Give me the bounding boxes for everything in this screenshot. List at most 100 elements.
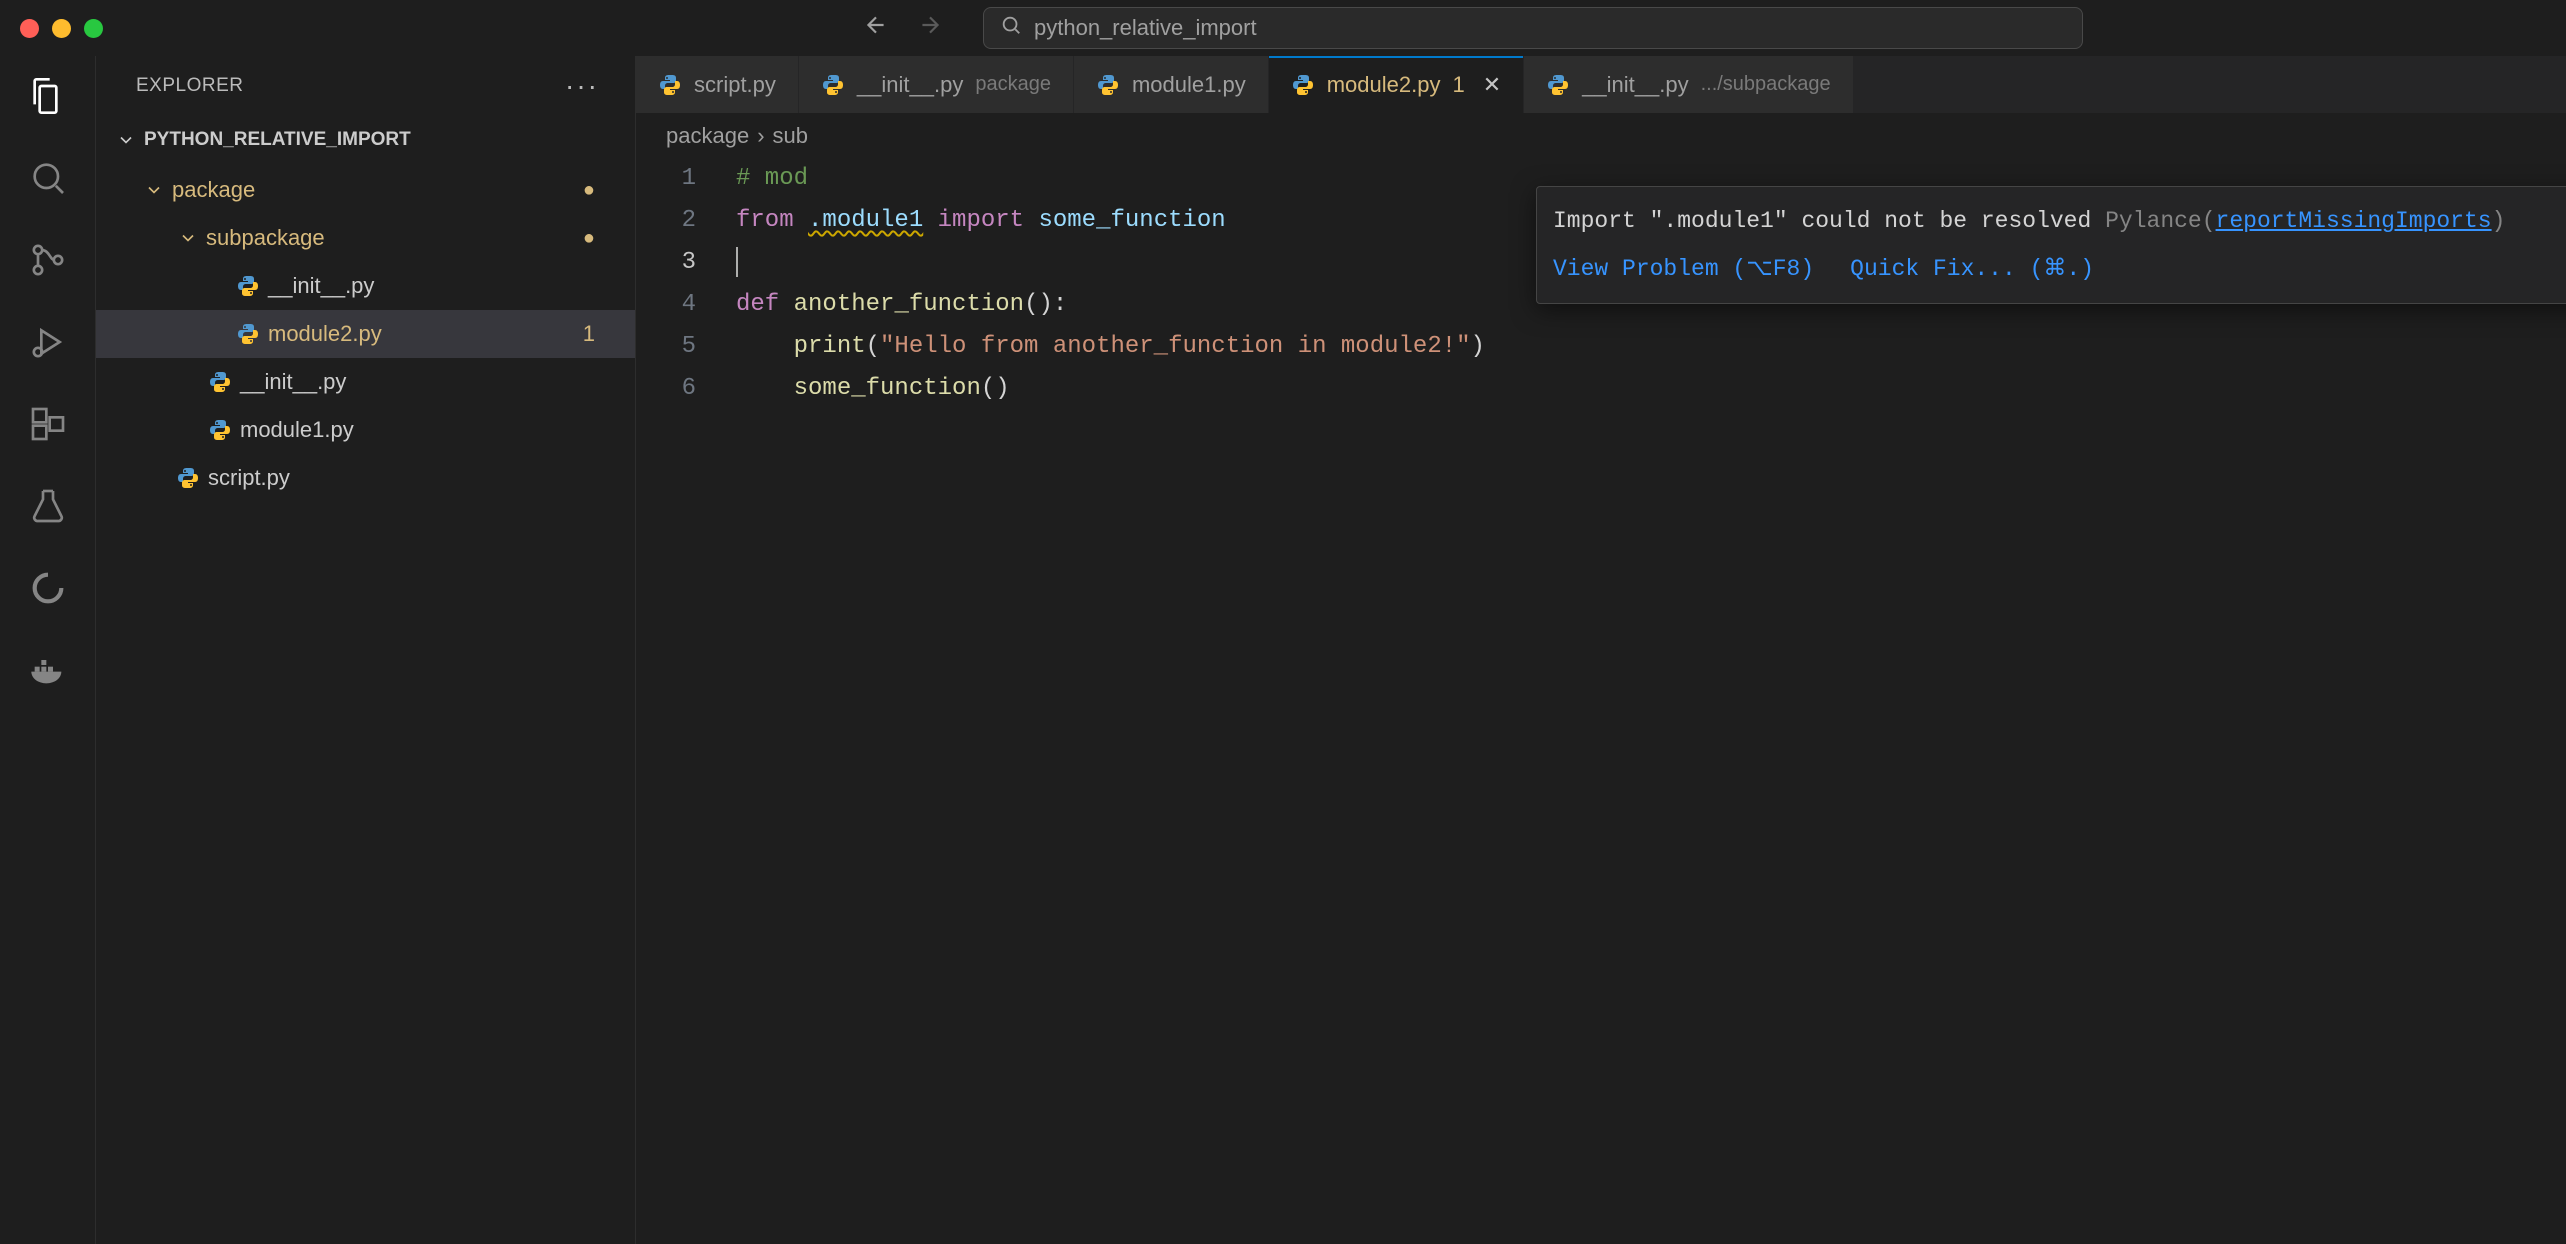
- python-file-icon: [1096, 73, 1120, 97]
- folder-package[interactable]: package ●: [96, 166, 635, 214]
- sidebar-title: EXPLORER: [136, 75, 243, 97]
- nav-forward-button[interactable]: [917, 12, 943, 44]
- chevron-right-icon: ›: [757, 123, 764, 149]
- python-file-icon: [658, 73, 682, 97]
- tab-module1[interactable]: module1.py: [1074, 56, 1269, 113]
- folder-label: subpackage: [206, 225, 325, 251]
- file-label: module1.py: [240, 417, 354, 443]
- file-module2[interactable]: module2.py 1: [96, 310, 635, 358]
- line-number: 4: [636, 284, 696, 326]
- code-string: "Hello from another_function in module2!…: [880, 333, 1471, 360]
- line-number: 3: [636, 242, 696, 284]
- explorer-icon[interactable]: [26, 74, 70, 118]
- view-problem-link[interactable]: View Problem (⌥F8): [1553, 247, 1814, 291]
- editor-tabs: script.py __init__.py package module1.py…: [636, 56, 2566, 114]
- maximize-window-button[interactable]: [84, 19, 103, 38]
- file-script[interactable]: script.py: [96, 454, 635, 502]
- file-label: __init__.py: [268, 273, 374, 299]
- folder-label: package: [172, 177, 255, 203]
- breadcrumb[interactable]: package › sub: [636, 114, 2566, 158]
- close-tab-button[interactable]: ✕: [1483, 72, 1501, 98]
- tab-label: module1.py: [1132, 72, 1246, 98]
- sidebar-more-button[interactable]: ···: [565, 80, 599, 91]
- debug-icon[interactable]: [26, 320, 70, 364]
- editor-area: script.py __init__.py package module1.py…: [636, 56, 2566, 1244]
- python-file-icon: [821, 73, 845, 97]
- line-number: 6: [636, 368, 696, 410]
- line-gutter: 1 2 3 4 5 6: [636, 158, 736, 1244]
- search-icon: [1000, 14, 1022, 42]
- docker-icon[interactable]: [26, 648, 70, 692]
- python-file-icon: [1291, 73, 1315, 97]
- nav-arrows: [863, 12, 943, 44]
- command-center-search[interactable]: python_relative_import: [983, 7, 2083, 49]
- code-module-warning: .module1: [808, 207, 923, 234]
- code-identifier: some_function: [1038, 207, 1225, 234]
- modified-dot-icon: ●: [583, 227, 595, 250]
- file-label: module2.py: [268, 321, 382, 347]
- tab-label: script.py: [694, 72, 776, 98]
- search-text: python_relative_import: [1034, 15, 1257, 41]
- tab-label: __init__.py: [1582, 72, 1688, 98]
- titlebar: python_relative_import: [0, 0, 2566, 56]
- activity-bar: [0, 56, 96, 1244]
- file-label: __init__.py: [240, 369, 346, 395]
- close-window-button[interactable]: [20, 19, 39, 38]
- diagnostic-code-link[interactable]: reportMissingImports: [2216, 208, 2492, 234]
- breadcrumb-item[interactable]: package: [666, 123, 749, 149]
- minimize-window-button[interactable]: [52, 19, 71, 38]
- problems-count-badge: 1: [583, 321, 595, 347]
- line-number: 2: [636, 200, 696, 242]
- file-init-package[interactable]: __init__.py: [96, 358, 635, 406]
- sidebar-header: EXPLORER ···: [96, 56, 635, 116]
- diagnostic-hover: Import ".module1" could not be resolved …: [1536, 186, 2566, 304]
- modified-dot-icon: ●: [583, 179, 595, 202]
- python-file-icon: [208, 370, 232, 394]
- python-file-icon: [236, 274, 260, 298]
- breadcrumb-item[interactable]: sub: [773, 123, 808, 149]
- code-content[interactable]: # mod from .module1 import some_function…: [736, 158, 2566, 1244]
- code-editor[interactable]: 1 2 3 4 5 6 # mod from .module1 import s…: [636, 158, 2566, 1244]
- line-number: 5: [636, 326, 696, 368]
- search-activity-icon[interactable]: [26, 156, 70, 200]
- tab-script[interactable]: script.py: [636, 56, 799, 113]
- sidebar: EXPLORER ··· PYTHON_RELATIVE_IMPORT pack…: [96, 56, 636, 1244]
- quick-fix-link[interactable]: Quick Fix... (⌘.): [1850, 247, 2094, 291]
- nav-back-button[interactable]: [863, 12, 889, 44]
- tab-init-subpackage[interactable]: __init__.py .../subpackage: [1524, 56, 1854, 113]
- tab-label: module2.py: [1327, 72, 1441, 98]
- code-keyword: import: [938, 207, 1024, 234]
- code-call: some_function: [794, 375, 981, 402]
- tab-label: __init__.py: [857, 72, 963, 98]
- file-module1[interactable]: module1.py: [96, 406, 635, 454]
- tab-path-suffix: package: [975, 73, 1051, 96]
- extensions-icon[interactable]: [26, 402, 70, 446]
- ci-icon[interactable]: [26, 566, 70, 610]
- code-comment: # mod: [736, 165, 808, 192]
- project-name: PYTHON_RELATIVE_IMPORT: [144, 129, 411, 151]
- diagnostic-source: Pylance(reportMissingImports): [2105, 208, 2505, 234]
- tab-path-suffix: .../subpackage: [1701, 73, 1831, 96]
- python-file-icon: [236, 322, 260, 346]
- python-file-icon: [1546, 73, 1570, 97]
- testing-icon[interactable]: [26, 484, 70, 528]
- tab-module2[interactable]: module2.py 1 ✕: [1269, 56, 1524, 113]
- tab-badge: 1: [1452, 72, 1464, 98]
- file-init-subpackage[interactable]: __init__.py: [96, 262, 635, 310]
- code-keyword: def: [736, 291, 779, 318]
- code-builtin: print: [794, 333, 866, 360]
- tab-init-package[interactable]: __init__.py package: [799, 56, 1074, 113]
- window-controls: [20, 19, 103, 38]
- text-cursor: [736, 247, 738, 277]
- project-header[interactable]: PYTHON_RELATIVE_IMPORT: [96, 116, 635, 164]
- line-number: 1: [636, 158, 696, 200]
- chevron-down-icon: [144, 180, 164, 200]
- diagnostic-message: Import ".module1" could not be resolved: [1553, 208, 2091, 234]
- code-function: another_function: [794, 291, 1024, 318]
- chevron-down-icon: [116, 130, 136, 150]
- python-file-icon: [176, 466, 200, 490]
- source-control-icon[interactable]: [26, 238, 70, 282]
- folder-subpackage[interactable]: subpackage ●: [96, 214, 635, 262]
- chevron-down-icon: [178, 228, 198, 248]
- python-file-icon: [208, 418, 232, 442]
